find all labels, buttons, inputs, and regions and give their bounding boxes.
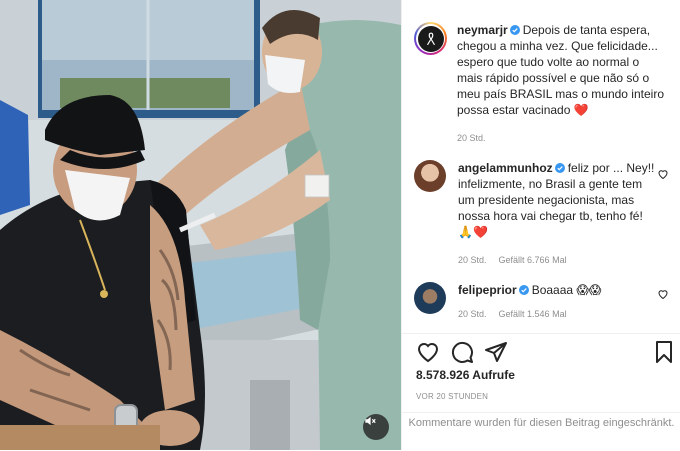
caption-emoji: ❤️ xyxy=(573,103,589,117)
ribbon-icon xyxy=(426,32,435,45)
caption-username[interactable]: neymarjr xyxy=(457,23,508,37)
like-heart-icon[interactable] xyxy=(416,340,440,364)
comment-username[interactable]: angelammunhoz xyxy=(458,161,553,175)
comment-text: felipeprior Boaaaa 😱😱 xyxy=(458,283,602,297)
comment-item: felipeprior Boaaaa 😱😱 20 Std. Gefällt 1.5… xyxy=(414,282,676,320)
post-video[interactable] xyxy=(0,0,401,450)
comment-item: angelammunhoz feliz por ... Ney!! infeliz… xyxy=(414,160,676,266)
verified-badge-icon xyxy=(509,25,520,35)
comment-likes[interactable]: Gefällt 1.546 Mal xyxy=(499,308,567,320)
speaker-muted-icon xyxy=(365,416,376,426)
comment-emoji: 🙏❤️ xyxy=(458,225,488,239)
share-paper-plane-icon[interactable] xyxy=(484,340,508,364)
comment-username[interactable]: felipeprior xyxy=(458,283,517,297)
post-caption: neymarjr Depois de tanta espera, chegou a… xyxy=(414,22,676,144)
comment-text: angelammunhoz feliz por ... Ney!! infeliz… xyxy=(458,161,655,239)
avatar[interactable] xyxy=(414,282,446,314)
caption-age[interactable]: 20 Std. xyxy=(457,132,486,144)
vaccination-scene-image xyxy=(0,0,401,450)
comments-restricted-notice: Kommentare wurden für diesen Beitrag ein… xyxy=(402,412,680,451)
comment-age[interactable]: 20 Std. xyxy=(458,308,487,320)
mute-button[interactable] xyxy=(363,414,389,440)
post-actions: 8.578.926 Aufrufe VOR 20 STUNDEN Komment… xyxy=(402,333,680,450)
post-sidebar: neymarjr Depois de tanta espera, chegou a… xyxy=(401,0,680,450)
caption-text: neymarjr Depois de tanta espera, chegou a… xyxy=(457,23,664,117)
verified-badge-icon xyxy=(518,285,529,295)
comment-emoji: 😱😱 xyxy=(576,283,602,297)
comments-list: neymarjr Depois de tanta espera, chegou a… xyxy=(402,0,680,333)
save-bookmark-icon[interactable] xyxy=(652,340,676,364)
like-comment-heart-icon[interactable] xyxy=(657,288,669,300)
avatar[interactable] xyxy=(414,160,446,192)
comment-age[interactable]: 20 Std. xyxy=(458,254,487,266)
instagram-post: neymarjr Depois de tanta espera, chegou a… xyxy=(0,0,680,450)
post-timestamp[interactable]: VOR 20 STUNDEN xyxy=(416,392,488,401)
comment-likes[interactable]: Gefällt 6.766 Mal xyxy=(499,254,567,266)
comment-bubble-icon[interactable] xyxy=(450,340,474,364)
avatar[interactable] xyxy=(414,22,447,55)
view-count[interactable]: 8.578.926 Aufrufe xyxy=(416,368,515,382)
like-comment-heart-icon[interactable] xyxy=(657,168,669,180)
verified-badge-icon xyxy=(554,163,565,173)
